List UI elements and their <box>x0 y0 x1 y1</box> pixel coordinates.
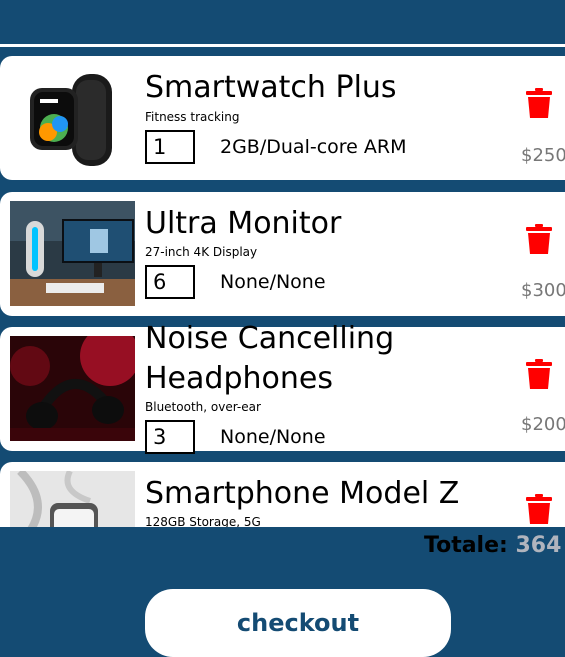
cart-item: Ultra Monitor 27-inch 4K Display 6 None/… <box>0 192 565 316</box>
item-name: Noise Cancelling Headphones <box>145 321 395 396</box>
item-price: $300 <box>521 280 565 301</box>
smartphone-image <box>10 471 135 527</box>
item-spec: None/None <box>220 271 326 293</box>
item-name: Smartphone Model Z <box>145 476 460 511</box>
cart-item: Smartphone Model Z 128GB Storage, 5G <box>0 462 565 527</box>
item-spec: 2GB/Dual-core ARM <box>220 136 407 158</box>
total-value: 364 <box>515 533 562 558</box>
item-description: 128GB Storage, 5G <box>145 515 261 527</box>
item-name: Smartwatch Plus <box>145 70 397 105</box>
headphones-image <box>10 336 135 441</box>
cart-list[interactable]: Smartwatch Plus Fitness tracking 1 2GB/D… <box>0 47 565 527</box>
trash-icon[interactable] <box>526 359 552 389</box>
trash-icon[interactable] <box>526 494 552 524</box>
item-price: $200 <box>521 414 565 435</box>
quantity-input[interactable]: 3 <box>145 420 195 454</box>
cart-item: Noise Cancelling Headphones Bluetooth, o… <box>0 321 565 454</box>
item-description: 27-inch 4K Display <box>145 245 258 259</box>
quantity-input[interactable]: 1 <box>145 130 195 164</box>
item-price: $250 <box>521 145 565 166</box>
checkout-button[interactable]: checkout <box>145 589 451 657</box>
item-description: Bluetooth, over-ear <box>145 400 261 414</box>
cart-item: Smartwatch Plus Fitness tracking 1 2GB/D… <box>0 56 565 180</box>
cart-total: Totale: 364 <box>424 533 561 558</box>
item-spec: None/None <box>220 426 326 448</box>
smartwatch-image <box>10 66 135 171</box>
quantity-input[interactable]: 6 <box>145 265 195 299</box>
trash-icon[interactable] <box>526 88 552 118</box>
item-name: Ultra Monitor <box>145 206 342 241</box>
total-label: Totale: <box>424 533 508 558</box>
trash-icon[interactable] <box>526 224 552 254</box>
item-description: Fitness tracking <box>145 110 240 124</box>
monitor-image <box>10 201 135 306</box>
